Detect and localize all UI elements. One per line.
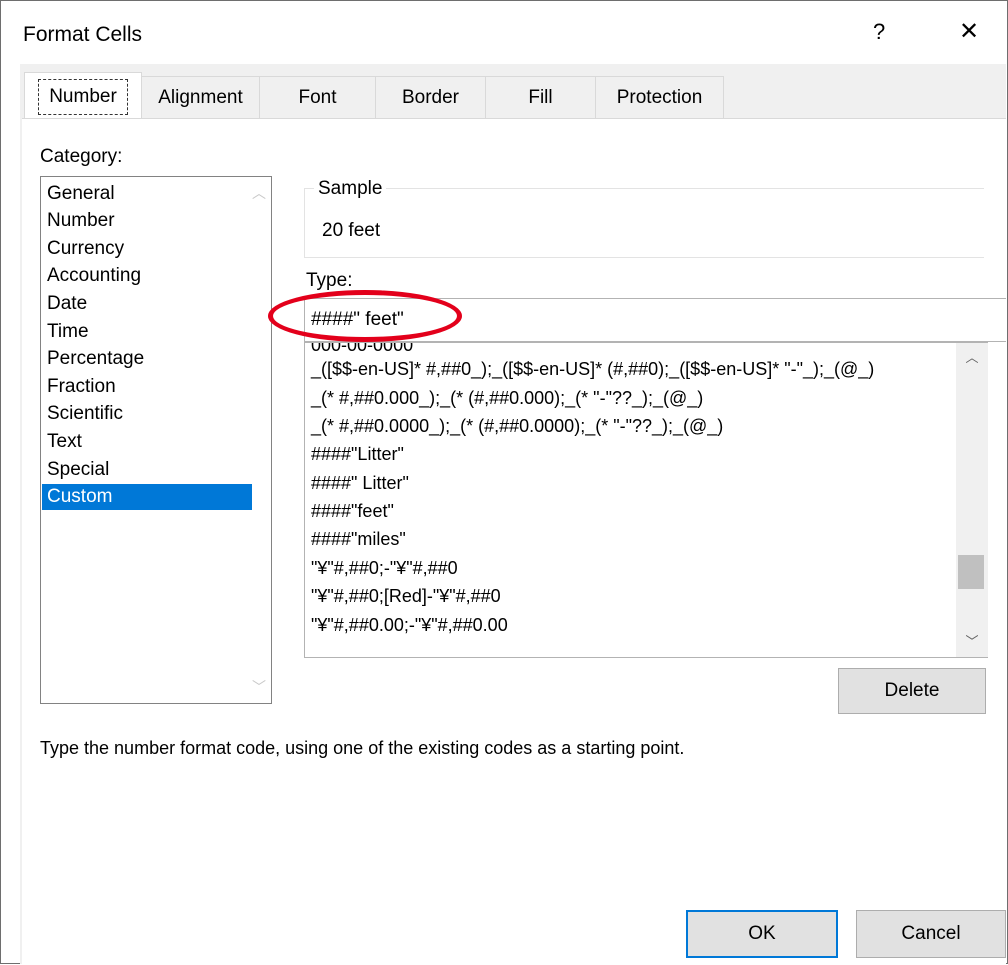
type-list-item[interactable]: ####"miles" [311, 525, 406, 553]
type-list-item[interactable]: ####" Litter" [311, 469, 409, 497]
tab-fill[interactable]: Fill [486, 76, 596, 118]
tab-protection[interactable]: Protection [596, 76, 724, 118]
category-item-text[interactable]: Text [42, 429, 252, 455]
category-item-currency[interactable]: Currency [42, 236, 252, 262]
tab-number[interactable]: Number [24, 72, 142, 120]
category-list[interactable]: General Number Currency Accounting Date … [40, 176, 272, 704]
tab-label: Number [38, 78, 128, 115]
chevron-down-icon[interactable]: ﹀ [956, 627, 988, 657]
category-item-date[interactable]: Date [42, 291, 252, 317]
delete-button[interactable]: Delete [838, 668, 986, 714]
category-item-special[interactable]: Special [42, 457, 252, 483]
chevron-down-icon[interactable]: ﹀ [252, 677, 266, 697]
help-button[interactable]: ? [873, 19, 885, 45]
tab-label: Fill [528, 86, 553, 108]
sample-value: 20 feet [322, 220, 381, 241]
close-button[interactable]: ✕ [959, 17, 979, 46]
tab-label: Protection [616, 86, 703, 108]
type-label: Type: [306, 270, 353, 291]
tab-border[interactable]: Border [376, 76, 486, 118]
category-item-fraction[interactable]: Fraction [42, 374, 252, 400]
category-item-percentage[interactable]: Percentage [42, 346, 252, 372]
type-list-item[interactable]: _(* #,##0.000_);_(* (#,##0.000);_(* "-"?… [311, 384, 703, 412]
cancel-button[interactable]: Cancel [856, 910, 1006, 958]
sample-group [304, 188, 984, 258]
type-format-list[interactable]: 000-00-0000 _([$$-en-US]* #,##0_);_([$$-… [304, 342, 988, 658]
chevron-up-icon[interactable]: ︿ [252, 183, 266, 203]
tab-label: Alignment [158, 86, 243, 108]
tab-label: Border [401, 86, 460, 108]
type-list-item[interactable]: "¥"#,##0;[Red]-"¥"#,##0 [311, 582, 501, 610]
type-list-item[interactable]: "¥"#,##0;-"¥"#,##0 [311, 554, 458, 582]
tab-alignment[interactable]: Alignment [142, 76, 260, 118]
type-list-item[interactable]: ####"feet" [311, 497, 394, 525]
dialog-title: Format Cells [23, 23, 143, 46]
category-item-number[interactable]: Number [42, 208, 252, 234]
title-bar: Format Cells ? ✕ [1, 1, 1007, 65]
category-item-custom[interactable]: Custom [42, 484, 252, 510]
category-item-time[interactable]: Time [42, 319, 252, 345]
category-item-scientific[interactable]: Scientific [42, 401, 252, 427]
type-list-scrollbar[interactable]: ︿ ﹀ [956, 342, 988, 658]
ok-button[interactable]: OK [686, 910, 838, 958]
help-text: Type the number format code, using one o… [40, 738, 685, 758]
type-list-item[interactable]: "¥"#,##0.00;-"¥"#,##0.00 [311, 611, 508, 639]
type-list-item[interactable]: ####"Litter" [311, 440, 404, 468]
category-item-accounting[interactable]: Accounting [42, 263, 252, 289]
tab-font[interactable]: Font [260, 76, 376, 118]
delete-button-label: Delete [884, 680, 940, 701]
scrollbar-thumb[interactable] [958, 555, 984, 589]
category-label: Category: [40, 146, 123, 167]
tab-label: Font [298, 86, 337, 108]
dialog-body: Number Alignment Font Border Fill Protec… [20, 64, 1006, 965]
type-input[interactable] [304, 298, 1006, 342]
chevron-up-icon[interactable]: ︿ [956, 343, 988, 373]
sample-label: Sample [314, 178, 387, 200]
category-item-general[interactable]: General [42, 181, 252, 207]
type-list-item[interactable]: _(* #,##0.0000_);_(* (#,##0.0000);_(* "-… [311, 412, 723, 440]
type-list-item[interactable]: _([$$-en-US]* #,##0_);_([$$-en-US]* (#,#… [311, 355, 874, 383]
